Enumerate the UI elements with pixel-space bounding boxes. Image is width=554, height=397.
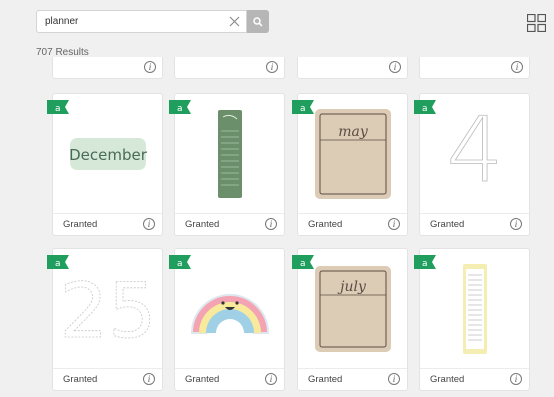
card-image[interactable]: 4 (420, 94, 529, 214)
search-input[interactable] (45, 11, 225, 32)
partial-card[interactable]: i (297, 57, 408, 79)
svg-text:a: a (177, 104, 183, 114)
status-label: Granted (63, 374, 98, 385)
may-sticker: may (314, 109, 391, 199)
status-label: Granted (430, 374, 465, 385)
info-icon[interactable]: i (143, 373, 155, 385)
status-label: Granted (185, 374, 220, 385)
svg-text:a: a (300, 104, 306, 114)
twenty-five-card[interactable]: 25 Granted i a (47, 248, 163, 391)
green-flag-icon: a (47, 255, 69, 269)
info-icon[interactable]: i (144, 61, 156, 73)
status-label: Granted (308, 374, 343, 385)
yellow-list-sticker (462, 264, 487, 354)
four-text: 4 (446, 109, 503, 199)
may-card[interactable]: may Granted i a (292, 93, 408, 236)
svg-text:a: a (55, 104, 61, 114)
green-list-sticker (217, 110, 242, 198)
partial-card[interactable]: i (52, 57, 163, 79)
partial-card[interactable]: i (174, 57, 285, 79)
may-text: may (338, 124, 369, 140)
status-label: Granted (430, 219, 465, 230)
info-icon[interactable]: i (265, 373, 277, 385)
rainbow-sticker (190, 294, 269, 334)
twenty-five-sticker: 25 (63, 269, 153, 349)
green-flag-icon: a (292, 100, 314, 114)
july-text: july (337, 279, 367, 295)
card-image[interactable]: December (53, 94, 162, 214)
partial-card[interactable]: i (419, 57, 530, 79)
december-card[interactable]: December Granted i a (47, 93, 163, 236)
info-icon[interactable]: i (510, 373, 522, 385)
december-sticker: December (69, 138, 147, 170)
svg-text:a: a (177, 259, 183, 269)
info-icon[interactable]: i (510, 218, 522, 230)
search-icon (253, 16, 263, 27)
card-image[interactable]: july (298, 249, 407, 369)
four-card[interactable]: 4 Granted i a (414, 93, 530, 236)
info-icon[interactable]: i (265, 218, 277, 230)
info-icon[interactable]: i (388, 218, 400, 230)
card-image[interactable]: 25 (53, 249, 162, 369)
december-text: December (69, 146, 147, 164)
green-flag-icon: a (414, 255, 436, 269)
green-flag-icon: a (292, 255, 314, 269)
green-flag-icon: a (414, 100, 436, 114)
grid-view-icon[interactable] (527, 14, 546, 32)
search-button[interactable] (247, 10, 269, 33)
info-icon[interactable]: i (143, 218, 155, 230)
green-flag-icon: a (169, 255, 191, 269)
four-sticker: 4 (445, 109, 503, 199)
info-icon[interactable]: i (389, 61, 401, 73)
green-flag-icon: a (169, 100, 191, 114)
card-image[interactable] (420, 249, 529, 369)
info-icon[interactable]: i (388, 373, 400, 385)
green-flag-icon: a (47, 100, 69, 114)
status-label: Granted (185, 219, 220, 230)
status-label: Granted (63, 219, 98, 230)
svg-text:a: a (422, 259, 428, 269)
july-sticker: july (314, 266, 391, 352)
card-image[interactable] (175, 249, 284, 369)
info-icon[interactable]: i (266, 61, 278, 73)
status-label: Granted (308, 219, 343, 230)
card-image[interactable]: may (298, 94, 407, 214)
twenty-five-text: 25 (63, 269, 153, 349)
july-card[interactable]: july Granted i a (292, 248, 408, 391)
card-image[interactable] (175, 94, 284, 214)
svg-text:a: a (422, 104, 428, 114)
info-icon[interactable]: i (511, 61, 523, 73)
search-box[interactable] (36, 10, 247, 33)
yellow-list-card[interactable]: Granted i a (414, 248, 530, 391)
rainbow-card[interactable]: Granted i a (169, 248, 285, 391)
svg-text:a: a (300, 259, 306, 269)
vertical-list-card[interactable]: Granted i a (169, 93, 285, 236)
svg-text:a: a (55, 259, 61, 269)
close-icon[interactable] (228, 15, 241, 28)
